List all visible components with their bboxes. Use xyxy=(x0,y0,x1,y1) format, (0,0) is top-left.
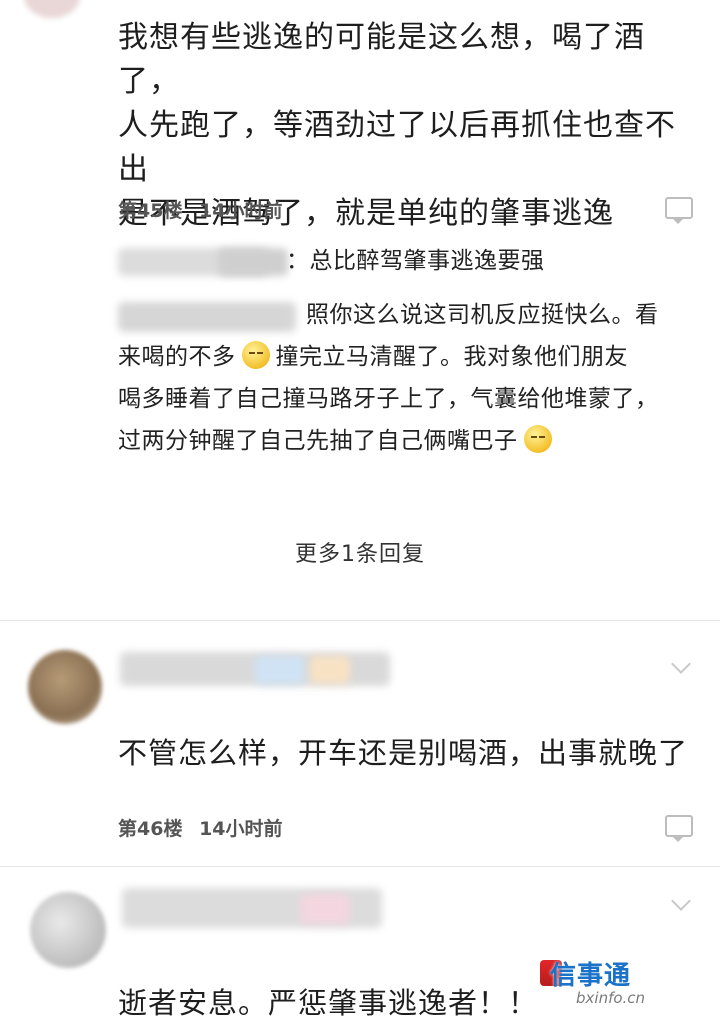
reply-list: ：总比醉驾肇事逃逸要强 照你这么说这司机反应挺快么。看 来喝的不多 撞完立马清醒了… xyxy=(118,240,700,462)
blurred-badge xyxy=(310,656,350,684)
comment-line: 我想有些逃逸的可能是这么想，喝了酒了， xyxy=(118,20,645,99)
chevron-down-icon[interactable] xyxy=(671,891,691,911)
reply-line: 喝多睡着了自己撞马路牙子上了，气囊给他堆蒙了， xyxy=(118,386,659,412)
timestamp: 14小时前 xyxy=(199,200,283,222)
reply-line: 过两分钟醒了自己先抽了自己俩嘴巴子 xyxy=(118,420,700,462)
blurred-badge xyxy=(255,656,305,684)
floor-number: 第46楼 xyxy=(118,818,183,840)
reply-text: ：总比醉驾肇事逃逸要强 xyxy=(286,248,545,274)
comment-line: 人先跑了，等酒劲过了以后再抓住也查不出 xyxy=(118,108,676,187)
avatar[interactable] xyxy=(24,0,80,18)
divider xyxy=(0,866,720,867)
avatar[interactable] xyxy=(28,650,102,724)
watermark: 信事通 bxinfo.cn xyxy=(540,955,720,1026)
reply-item: 照你这么说这司机反应挺快么。看 来喝的不多 撞完立马清醒了。我对象他们朋友 喝多睡… xyxy=(118,294,700,462)
floor-number: 第45楼 xyxy=(118,200,183,222)
blurred-username xyxy=(218,248,288,276)
reply-bubble-icon[interactable] xyxy=(665,197,693,224)
reply-segment: 过两分钟醒了自己先抽了自己俩嘴巴子 xyxy=(118,428,518,454)
divider xyxy=(0,620,720,621)
comment-body: 逝者安息。严惩肇事逃逸者！！ xyxy=(118,986,539,1020)
smirk-emoji-icon xyxy=(241,341,270,369)
timestamp: 14小时前 xyxy=(199,818,283,840)
reply-bubble-icon[interactable] xyxy=(665,815,693,842)
blurred-badge xyxy=(300,894,350,924)
watermark-site: bxinfo.cn xyxy=(576,989,646,1007)
comment-body: 不管怎么样，开车还是别喝酒，出事就晚了 xyxy=(118,736,689,770)
reply-segment: 来喝的不多 xyxy=(118,344,236,370)
smirk-emoji-icon xyxy=(523,425,552,453)
comment-meta: 第45楼 14小时前 xyxy=(118,196,293,223)
chevron-down-icon[interactable] xyxy=(671,654,691,674)
reply-item: ：总比醉驾肇事逃逸要强 xyxy=(118,240,700,282)
watermark-title: 信事通 xyxy=(550,961,632,991)
avatar[interactable] xyxy=(30,892,106,968)
comment-meta: 第46楼 14小时前 xyxy=(118,814,293,841)
more-replies-button[interactable]: 更多1条回复 xyxy=(0,536,720,568)
reply-segment: 撞完立马清醒了。我对象他们朋友 xyxy=(275,344,628,370)
reply-line: 来喝的不多 撞完立马清醒了。我对象他们朋友 xyxy=(118,336,700,378)
blurred-username xyxy=(118,302,296,332)
